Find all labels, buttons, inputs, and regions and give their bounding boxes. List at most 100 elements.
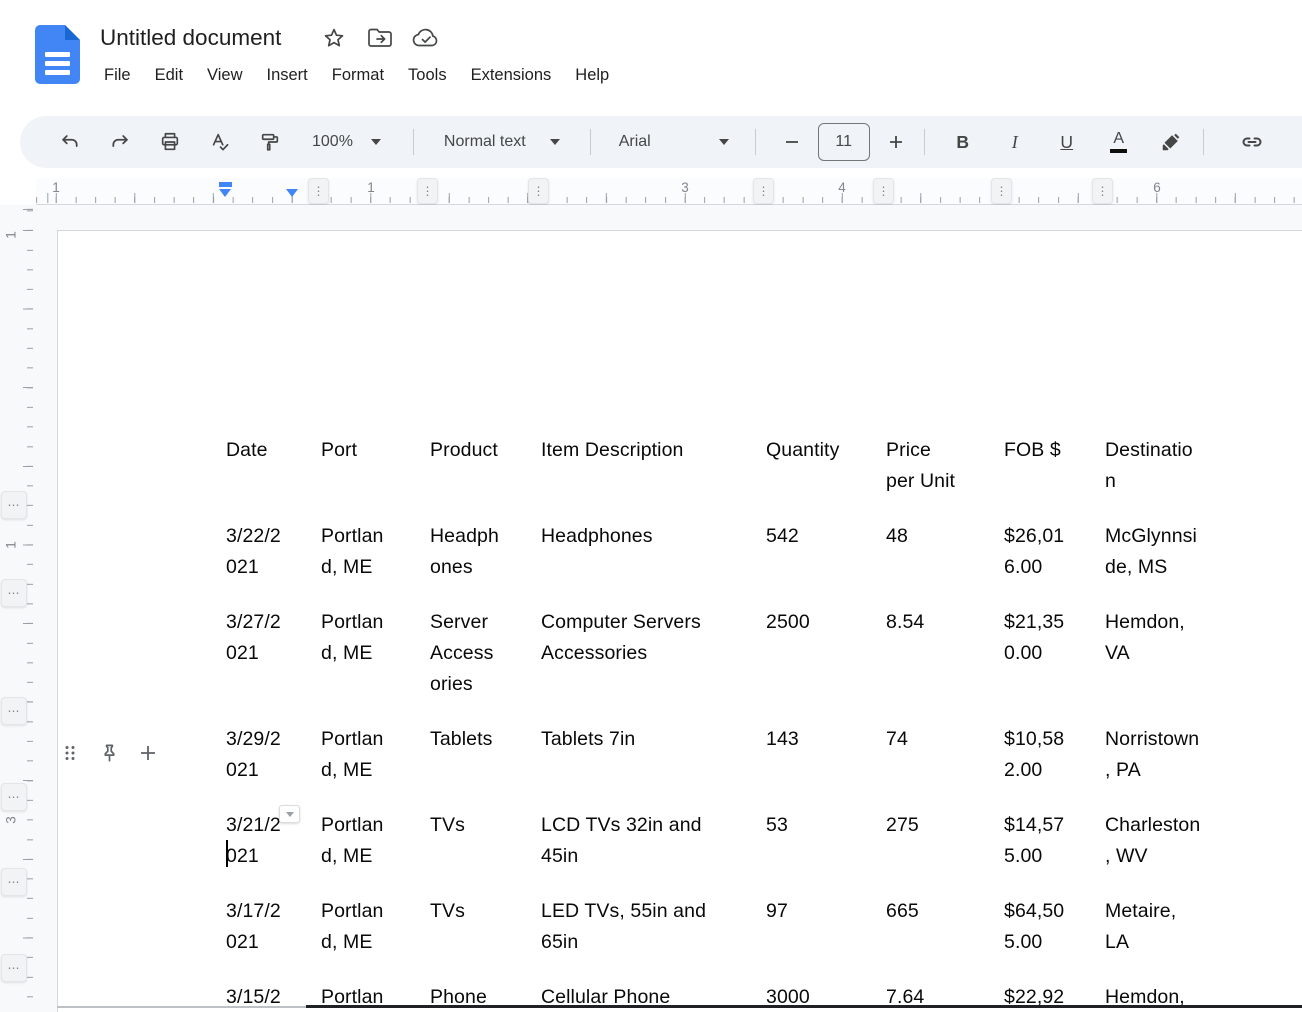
table-cell[interactable]: Charleston , WV xyxy=(1092,795,1222,881)
table-cell[interactable]: 665 xyxy=(873,881,991,967)
table-cell[interactable]: Headphones xyxy=(528,506,753,592)
column-resize-handle[interactable]: ⋮ xyxy=(308,178,329,204)
text-color-button[interactable]: A xyxy=(1101,124,1137,160)
menu-file[interactable]: File xyxy=(92,61,143,90)
underline-button[interactable]: U xyxy=(1049,124,1085,160)
left-indent-marker[interactable] xyxy=(219,189,231,197)
row-resize-handle[interactable]: ⋯ xyxy=(1,868,27,896)
menu-format[interactable]: Format xyxy=(320,61,396,90)
zoom-select[interactable]: 100% xyxy=(296,133,399,151)
table-cell[interactable]: Computer Servers Accessories xyxy=(528,592,753,709)
menu-view[interactable]: View xyxy=(195,61,254,90)
italic-button[interactable]: I xyxy=(997,124,1033,160)
star-icon[interactable] xyxy=(319,23,349,53)
row-resize-handle[interactable]: ⋯ xyxy=(1,697,27,725)
table-cell[interactable]: Norristown , PA xyxy=(1092,709,1222,795)
table-header-cell[interactable]: Product xyxy=(417,420,528,506)
row-resize-handle[interactable]: ⋯ xyxy=(1,579,27,607)
menu-tools[interactable]: Tools xyxy=(396,61,459,90)
column-resize-handle[interactable]: ⋮ xyxy=(753,178,774,204)
row-resize-handle[interactable]: ⋯ xyxy=(1,954,27,982)
insert-link-button[interactable] xyxy=(1234,124,1270,160)
table-cell[interactable]: 74 xyxy=(873,709,991,795)
column-resize-handle[interactable]: ⋮ xyxy=(417,178,438,204)
cell-dropdown-chip[interactable] xyxy=(279,805,300,823)
table-cell[interactable]: 3/17/2 021 xyxy=(213,881,308,967)
increase-font-size-button[interactable] xyxy=(878,124,914,160)
bold-button[interactable]: B xyxy=(945,124,981,160)
table-cell[interactable]: 143 xyxy=(753,709,873,795)
table-cell[interactable]: LED TVs, 55in and 65in xyxy=(528,881,753,967)
column-resize-handle[interactable]: ⋮ xyxy=(528,178,549,204)
menu-extensions[interactable]: Extensions xyxy=(459,61,564,90)
row-resize-handle[interactable]: ⋯ xyxy=(1,491,27,519)
move-to-folder-icon[interactable] xyxy=(365,23,395,53)
column-resize-handle[interactable]: ⋮ xyxy=(1092,178,1113,204)
menu-edit[interactable]: Edit xyxy=(143,61,195,90)
table-cell[interactable]: $10,58 2.00 xyxy=(991,709,1092,795)
table-cell[interactable]: 48 xyxy=(873,506,991,592)
menu-insert[interactable]: Insert xyxy=(255,61,320,90)
font-family-select[interactable]: Arial xyxy=(605,133,743,151)
first-line-indent-marker[interactable] xyxy=(219,182,232,187)
cloud-saved-icon[interactable] xyxy=(411,23,441,53)
table-cell[interactable]: 275 xyxy=(873,795,991,881)
insert-row-icon[interactable] xyxy=(136,740,160,766)
document-title[interactable]: Untitled document xyxy=(100,25,281,51)
table-header-cell[interactable]: Destinatio n xyxy=(1092,420,1222,506)
table-cell[interactable]: Metaire, LA xyxy=(1092,881,1222,967)
table-cell[interactable]: 97 xyxy=(753,881,873,967)
table-header-cell[interactable]: Price per Unit xyxy=(873,420,991,506)
table-cell[interactable]: $64,50 5.00 xyxy=(991,881,1092,967)
table-header-cell[interactable]: Item Description xyxy=(528,420,753,506)
row-resize-handle[interactable]: ⋯ xyxy=(1,783,27,811)
google-docs-logo-icon[interactable] xyxy=(35,25,80,84)
table-cell[interactable]: 53 xyxy=(753,795,873,881)
table-cell[interactable]: 8.54 xyxy=(873,592,991,709)
paint-format-button[interactable] xyxy=(252,124,288,160)
table-cell[interactable]: Tablets xyxy=(417,709,528,795)
table-cell[interactable]: McGlynnsi de, MS xyxy=(1092,506,1222,592)
table-cell[interactable]: TVs xyxy=(417,795,528,881)
drag-handle-icon[interactable] xyxy=(58,740,82,766)
chevron-down-icon xyxy=(286,812,294,817)
paragraph-style-select[interactable]: Normal text xyxy=(428,133,576,151)
table-cell[interactable]: LCD TVs 32in and 45in xyxy=(528,795,753,881)
print-button[interactable] xyxy=(152,124,188,160)
ruler-number: 6 xyxy=(1153,180,1161,195)
table-header-cell[interactable]: Date xyxy=(213,420,308,506)
table-cell[interactable]: Server Access ories xyxy=(417,592,528,709)
table-cell[interactable]: Portlan d, ME xyxy=(308,506,417,592)
table-cell[interactable]: Headph ones xyxy=(417,506,528,592)
table-cell[interactable]: 2500 xyxy=(753,592,873,709)
table-cell[interactable]: $21,35 0.00 xyxy=(991,592,1092,709)
column-resize-handle[interactable]: ⋮ xyxy=(991,178,1012,204)
table-cell[interactable]: TVs xyxy=(417,881,528,967)
decrease-font-size-button[interactable] xyxy=(774,124,810,160)
document-page[interactable]: DatePortProductItem DescriptionQuantityP… xyxy=(57,230,1302,1012)
table-cell[interactable]: Portlan d, ME xyxy=(308,881,417,967)
table-cell[interactable]: 3/27/2 021 xyxy=(213,592,308,709)
spelling-check-button[interactable] xyxy=(202,124,238,160)
column-resize-handle[interactable]: ⋮ xyxy=(873,178,894,204)
table-cell[interactable]: $14,57 5.00 xyxy=(991,795,1092,881)
table-cell[interactable]: Portlan d, ME xyxy=(308,592,417,709)
right-indent-marker[interactable] xyxy=(286,189,298,197)
table-cell[interactable]: Hemdon, VA xyxy=(1092,592,1222,709)
menu-help[interactable]: Help xyxy=(563,61,621,90)
table-cell[interactable]: $26,01 6.00 xyxy=(991,506,1092,592)
table-header-cell[interactable]: FOB $ xyxy=(991,420,1092,506)
table-cell[interactable]: 3/22/2 021 xyxy=(213,506,308,592)
table-header-cell[interactable]: Quantity xyxy=(753,420,873,506)
table-cell[interactable]: Portlan d, ME xyxy=(308,709,417,795)
highlight-color-button[interactable] xyxy=(1153,124,1189,160)
table-cell[interactable]: Portlan d, ME xyxy=(308,795,417,881)
pin-header-row-icon[interactable] xyxy=(97,740,121,766)
table-cell[interactable]: 542 xyxy=(753,506,873,592)
table-cell[interactable]: Tablets 7in xyxy=(528,709,753,795)
undo-button[interactable] xyxy=(52,124,88,160)
table-cell[interactable]: 3/29/2 021 xyxy=(213,709,308,795)
font-size-input[interactable]: 11 xyxy=(818,123,870,161)
table-header-cell[interactable]: Port xyxy=(308,420,417,506)
redo-button[interactable] xyxy=(102,124,138,160)
